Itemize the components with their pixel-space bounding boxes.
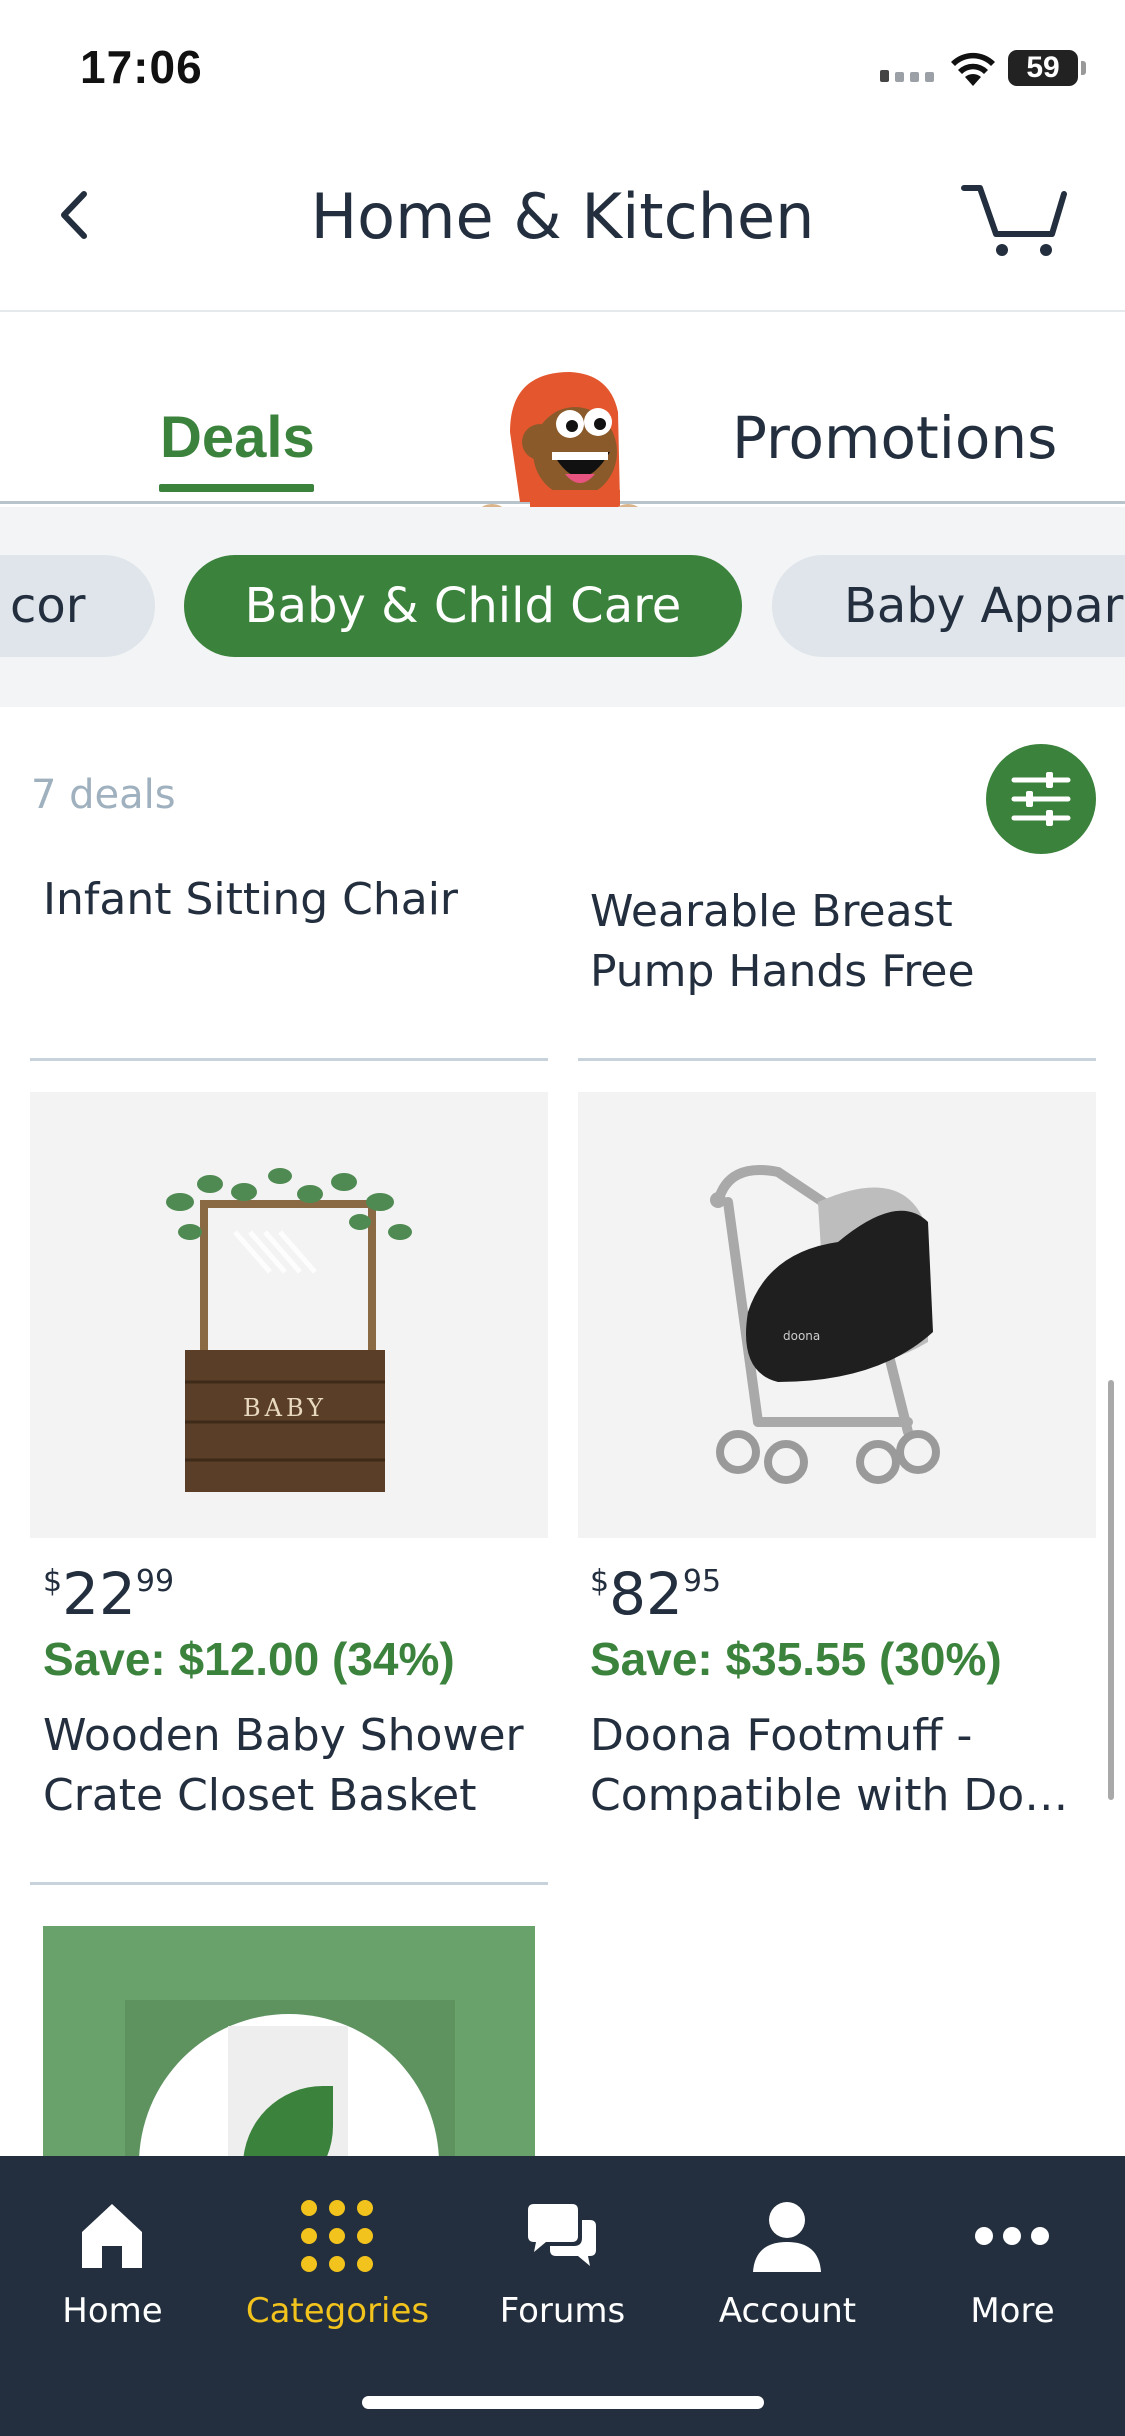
product-title-partial[interactable]: Pump Hands Free [590,942,975,1002]
product-price: $2299 [43,1560,175,1628]
divider [30,1058,548,1061]
page-title: Home & Kitchen [310,180,815,253]
divider [30,1882,548,1885]
chip-baby-child-care[interactable]: Baby & Child Care [184,555,742,657]
sliders-icon [1011,772,1071,826]
filter-button[interactable] [986,744,1096,854]
person-icon [753,2202,821,2272]
product-savings: Save: $35.55 (30%) [590,1633,1002,1685]
active-tab-indicator [159,484,314,492]
product-title[interactable]: Wooden Baby Shower Crate Closet Basket [43,1706,553,1826]
signal-icon [880,70,934,82]
product-image[interactable]: BABY [30,1092,548,1538]
chip-baby-apparel[interactable]: Baby Appar [772,555,1125,657]
divider [578,1058,1096,1061]
monkey-mascot-icon [478,372,640,524]
tab-deals[interactable]: Deals [160,404,315,471]
nav-home[interactable]: Home [0,2156,225,2386]
header: Home & Kitchen [0,140,1125,312]
deals-promotions-tabs: Deals Promotions [0,312,1125,524]
home-indicator [362,2396,764,2409]
bottom-nav: Home Categories Forums Account More [0,2156,1125,2436]
product-title-partial[interactable]: Wearable Breast [590,882,953,942]
product-image[interactable] [43,1926,535,2156]
chip-prev-category[interactable]: cor [0,555,155,657]
grid-dots-icon [301,2200,373,2272]
product-price: $8295 [590,1560,722,1628]
nav-account[interactable]: Account [675,2156,900,2386]
home-icon [82,2204,142,2268]
product-title-partial[interactable]: Infant Sitting Chair [43,870,458,930]
nav-categories[interactable]: Categories [225,2156,450,2386]
footmuff-label: doona [783,1329,820,1343]
product-title[interactable]: Doona Footmuff - Compatible with Do… [590,1706,1100,1826]
nav-more[interactable]: More [900,2156,1125,2386]
wifi-icon [951,52,995,86]
chat-bubbles-icon [528,2204,596,2266]
battery-icon: 59 [1008,50,1086,86]
cart-icon[interactable] [960,180,1070,260]
product-image[interactable]: doona [578,1092,1096,1538]
nav-forums[interactable]: Forums [450,2156,675,2386]
scrollbar[interactable] [1108,1380,1114,1800]
stroller-footmuff-image: doona [710,1165,940,1484]
category-chip-row: cor Baby & Child Care Baby Appar [0,507,1125,707]
deals-count: 7 deals [31,772,176,818]
crate-label: BABY [243,1394,327,1422]
tab-promotions[interactable]: Promotions [732,404,1057,472]
wooden-crate-image: BABY [166,1168,412,1492]
status-bar: 17:06 59 [0,0,1125,140]
product-savings: Save: $12.00 (34%) [43,1633,455,1685]
more-dots-icon [975,2227,1049,2245]
status-time: 17:06 [80,41,203,93]
